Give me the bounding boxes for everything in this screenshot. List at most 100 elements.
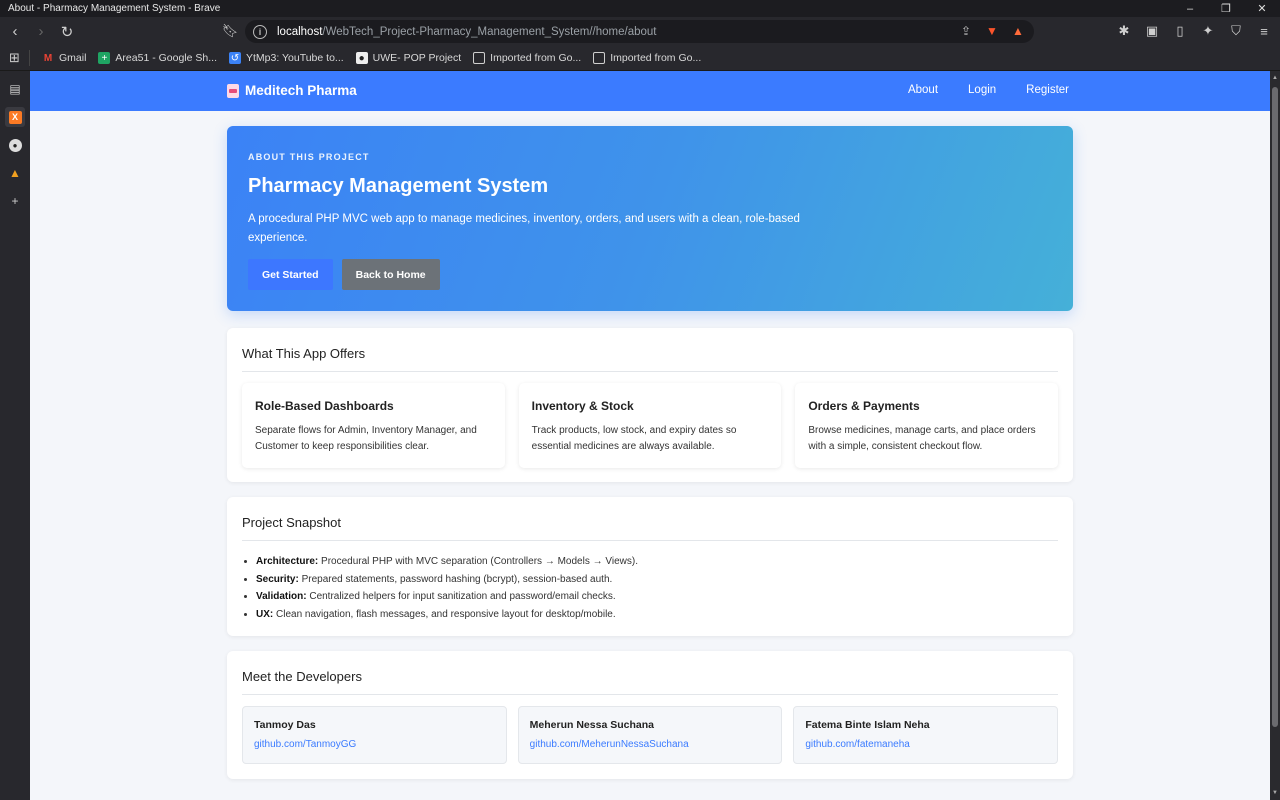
- extension-icons: ✱ ▣ ▯ ✦ ⛉ ≡: [1114, 21, 1274, 41]
- bookmark-label: UWE- POP Project: [372, 52, 462, 64]
- snapshot-heading: Project Snapshot: [242, 515, 1058, 541]
- gmail-icon: M: [43, 52, 53, 64]
- brave-rewards-icon[interactable]: ▲: [1010, 23, 1026, 39]
- item-label: UX:: [256, 608, 274, 620]
- scroll-down-icon[interactable]: ▼: [1270, 788, 1280, 798]
- nav-register[interactable]: Register: [1026, 84, 1069, 96]
- bookmark-area51[interactable]: + Area51 - Google Sh...: [98, 52, 217, 64]
- sidebar-panel-icon[interactable]: ▤: [5, 79, 25, 99]
- xampp-icon: X: [8, 110, 22, 124]
- site-nav-links: About Login Register: [908, 84, 1069, 96]
- list-item: Security: Prepared statements, password …: [256, 571, 1058, 589]
- developer-github-link[interactable]: github.com/fatemaneha: [805, 739, 1046, 750]
- developer-name: Fatema Binte Islam Neha: [805, 719, 930, 731]
- offers-grid: Role-Based Dashboards Separate flows for…: [242, 383, 1059, 468]
- sidebar-toggle-icon[interactable]: ▯: [1170, 21, 1190, 41]
- list-item: Architecture: Procedural PHP with MVC se…: [256, 553, 1058, 571]
- hero-description: A procedural PHP MVC web app to manage m…: [248, 213, 800, 244]
- minimize-icon[interactable]: –: [1172, 0, 1208, 17]
- apps-grid-icon[interactable]: ⊞: [0, 50, 30, 66]
- browser-toolbar: ‹ › ↻ 🔖︎ i localhost/WebTech_Project-Pha…: [0, 17, 1280, 46]
- brand-name: Meditech Pharma: [245, 83, 357, 98]
- sidebar-xampp[interactable]: X: [5, 107, 25, 127]
- developers-card: Meet the Developers Tanmoy Das github.co…: [227, 651, 1073, 779]
- developer-github-link[interactable]: github.com/TanmoyGG: [254, 739, 495, 750]
- brave-shields-icon[interactable]: ▼: [984, 23, 1000, 39]
- reader-mode-icon[interactable]: ▣: [1142, 21, 1162, 41]
- bookmark-label: Imported from Go...: [490, 52, 582, 64]
- back-to-home-button[interactable]: Back to Home: [341, 259, 440, 290]
- item-label: Validation:: [256, 591, 307, 602]
- offer-title: Inventory & Stock: [531, 399, 634, 413]
- window-title: About - Pharmacy Management System - Bra…: [8, 3, 221, 14]
- page-scrollbar[interactable]: ▲ ▼: [1270, 71, 1280, 800]
- developer-name: Meherun Nessa Suchana: [529, 719, 654, 731]
- hero-section: ABOUT THIS PROJECT Pharmacy Management S…: [227, 126, 1073, 311]
- item-text: Clean navigation, flash messages, and re…: [273, 608, 616, 620]
- sheets-icon: +: [98, 52, 111, 64]
- github-icon: ●: [8, 138, 22, 152]
- developers-heading: Meet the Developers: [242, 669, 1058, 695]
- developer-card: Tanmoy Das github.com/TanmoyGG: [242, 706, 507, 764]
- forward-icon[interactable]: ›: [30, 21, 52, 43]
- developer-github-link[interactable]: github.com/MeherunNessaSuchana: [530, 739, 771, 750]
- bookmark-folder-1[interactable]: Imported from Go...: [473, 52, 581, 64]
- get-started-button[interactable]: Get Started: [248, 259, 333, 290]
- bookmark-folder-2[interactable]: Imported from Go...: [593, 52, 701, 64]
- close-icon[interactable]: ✕: [1244, 0, 1280, 17]
- item-label: Architecture:: [256, 556, 319, 567]
- url-actions: ⇪ ▼ ▲: [958, 23, 1026, 39]
- bookmark-label: Gmail: [59, 52, 87, 64]
- url-path: /WebTech_Project-Pharmacy_Management_Sys…: [322, 25, 657, 38]
- restore-icon[interactable]: ❐: [1208, 0, 1244, 17]
- list-item: Validation: Centralized helpers for inpu…: [256, 588, 1058, 606]
- share-icon[interactable]: ⇪: [958, 23, 974, 39]
- back-icon[interactable]: ‹: [4, 21, 26, 43]
- offer-text: Separate flows for Admin, Inventory Mana…: [255, 425, 477, 452]
- offers-card: What This App Offers Role-Based Dashboar…: [227, 328, 1073, 482]
- pill-bottle-icon: [227, 83, 239, 98]
- address-bar[interactable]: i localhost/WebTech_Project-Pharmacy_Man…: [245, 20, 1034, 43]
- hero-eyebrow: ABOUT THIS PROJECT: [248, 152, 370, 162]
- add-sidebar-item-icon[interactable]: +: [5, 191, 25, 211]
- offer-text: Browse medicines, manage carts, and plac…: [808, 425, 1036, 452]
- url-host: localhost: [277, 25, 323, 38]
- scrollbar-thumb[interactable]: [1272, 87, 1278, 727]
- hero-buttons: Get Started Back to Home: [248, 259, 1052, 290]
- developer-name: Tanmoy Das: [254, 719, 316, 731]
- bookmark-ytmp3[interactable]: ↺ YtMp3: YouTube to...: [228, 52, 344, 64]
- browser-sidebar: ▤ X ● ▲ +: [0, 71, 30, 800]
- site-brand[interactable]: Meditech Pharma: [227, 83, 357, 98]
- sidebar-brave-rewards[interactable]: ▲: [5, 163, 25, 183]
- sidebar-github[interactable]: ●: [5, 135, 25, 155]
- developer-card: Meherun Nessa Suchana github.com/Meherun…: [517, 706, 783, 764]
- bookmark-label: Area51 - Google Sh...: [115, 52, 217, 64]
- bookmark-uwe[interactable]: ● UWE- POP Project: [355, 52, 462, 64]
- ytmp3-icon: ↺: [228, 52, 241, 64]
- nav-login[interactable]: Login: [968, 84, 996, 96]
- offer-title: Role-Based Dashboards: [255, 399, 394, 413]
- item-text: Centralized helpers for input sanitizati…: [306, 591, 616, 602]
- extensions-icon[interactable]: ✱: [1114, 21, 1134, 41]
- folder-icon: [593, 52, 606, 64]
- reload-icon[interactable]: ↻: [56, 21, 78, 43]
- item-label: Security:: [256, 573, 299, 585]
- leo-ai-icon[interactable]: ✦: [1198, 21, 1218, 41]
- nav-about[interactable]: About: [908, 84, 938, 96]
- github-icon: ●: [355, 52, 368, 64]
- bookmark-label: Imported from Go...: [610, 52, 702, 64]
- bookmarks-bar: ⊞ M Gmail + Area51 - Google Sh... ↺ YtMp3: …: [0, 46, 1280, 71]
- vpn-icon[interactable]: ⛉: [1226, 21, 1246, 41]
- bookmark-page-icon[interactable]: 🔖︎: [222, 22, 239, 40]
- offer-role-dashboards: Role-Based Dashboards Separate flows for…: [242, 383, 505, 468]
- hero-title: Pharmacy Management System: [248, 175, 549, 197]
- scroll-up-icon[interactable]: ▲: [1270, 73, 1280, 83]
- offer-text: Track products, low stock, and expiry da…: [531, 425, 737, 452]
- page-viewport: Meditech Pharma About Login Register ABO…: [30, 71, 1270, 800]
- bookmark-gmail[interactable]: M Gmail: [42, 52, 87, 64]
- site-info-icon[interactable]: i: [253, 24, 267, 39]
- site-navbar: Meditech Pharma About Login Register: [30, 71, 1270, 111]
- item-text: Procedural PHP with MVC separation (Cont…: [318, 556, 638, 567]
- triangle-icon: ▲: [9, 166, 21, 180]
- menu-icon[interactable]: ≡: [1254, 21, 1274, 41]
